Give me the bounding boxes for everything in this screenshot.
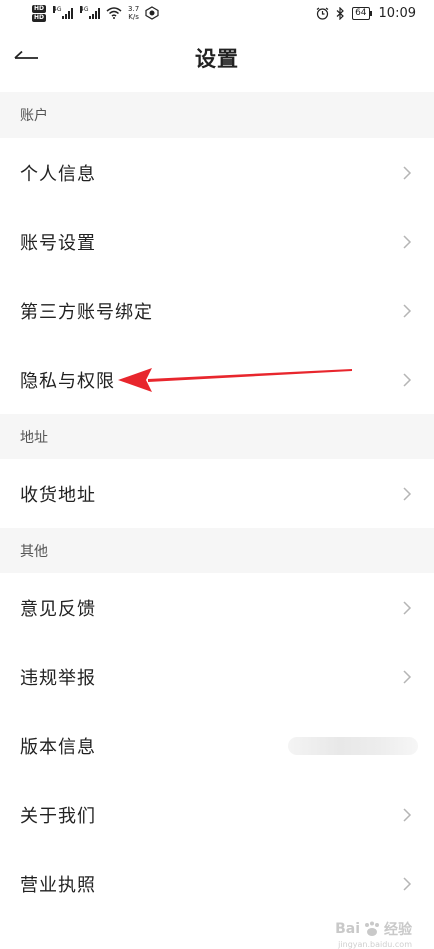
- row-label: 营业执照: [20, 874, 96, 896]
- chevron-right-icon: [403, 372, 412, 387]
- network-speed: 3.7 K/s: [128, 5, 140, 21]
- signal-icon: 4G: [53, 6, 74, 19]
- annotation-arrow: [118, 368, 352, 392]
- row-version-info[interactable]: 版本信息: [0, 711, 434, 780]
- alarm-icon: [316, 7, 329, 20]
- row-label: 版本信息: [20, 736, 96, 758]
- row-label: 账号设置: [20, 232, 96, 254]
- chevron-right-icon: [403, 807, 412, 822]
- battery-icon: 64: [352, 6, 373, 20]
- hd-badge: HD: [32, 4, 47, 13]
- section-header-other: 其他: [0, 528, 434, 573]
- row-label: 关于我们: [20, 805, 96, 827]
- network-type-label: 4G: [53, 6, 62, 13]
- chevron-right-icon: [403, 669, 412, 684]
- row-label: 收货地址: [20, 484, 96, 506]
- status-left: HD HD 4G 4G 3.7 K/s: [32, 4, 159, 22]
- chevron-right-icon: [403, 876, 412, 891]
- row-label: 违规举报: [20, 667, 96, 689]
- section-header-address: 地址: [0, 414, 434, 459]
- watermark-brand-suffix: 经验: [384, 922, 412, 938]
- row-label: 第三方账号绑定: [20, 301, 153, 323]
- network-type-label: 4G: [80, 6, 89, 13]
- paw-logo-icon: [365, 921, 379, 936]
- watermark-url: jingyan.baidu.com: [338, 940, 412, 949]
- row-label: 个人信息: [20, 163, 96, 185]
- page-title: 设置: [195, 47, 239, 71]
- chevron-right-icon: [403, 234, 412, 249]
- chevron-right-icon: [403, 600, 412, 615]
- signal-icon: 4G: [80, 6, 101, 19]
- chevron-right-icon: [403, 486, 412, 501]
- back-arrow-icon[interactable]: [12, 44, 42, 74]
- chevron-right-icon: [403, 165, 412, 180]
- row-business-license[interactable]: 营业执照: [0, 849, 434, 918]
- row-feedback[interactable]: 意见反馈: [0, 573, 434, 642]
- row-shipping-address[interactable]: 收货地址: [0, 459, 434, 528]
- bluetooth-icon: [336, 6, 344, 20]
- row-label: 意见反馈: [20, 598, 96, 620]
- chevron-right-icon: [403, 303, 412, 318]
- watermark-brand: Bai: [335, 921, 360, 937]
- section-header-account: 账户: [0, 92, 434, 138]
- row-third-party-binding[interactable]: 第三方账号绑定: [0, 276, 434, 345]
- app-notification-icon: [145, 6, 159, 20]
- hd-badge: HD: [32, 13, 47, 22]
- row-about-us[interactable]: 关于我们: [0, 780, 434, 849]
- clock: 10:09: [378, 5, 416, 21]
- row-label: 隐私与权限: [20, 370, 115, 392]
- row-account-settings[interactable]: 账号设置: [0, 207, 434, 276]
- wifi-icon: [106, 7, 122, 19]
- nav-bar: 设置: [0, 26, 434, 92]
- hd-indicators: HD HD: [32, 4, 47, 22]
- row-personal-info[interactable]: 个人信息: [0, 138, 434, 207]
- row-report-violation[interactable]: 违规举报: [0, 642, 434, 711]
- status-right: 64 10:09: [316, 6, 416, 21]
- baidu-watermark: Bai 经验: [335, 919, 412, 939]
- version-value-blurred: [288, 736, 418, 755]
- status-bar: HD HD 4G 4G 3.7 K/s 64 10:09: [0, 0, 434, 26]
